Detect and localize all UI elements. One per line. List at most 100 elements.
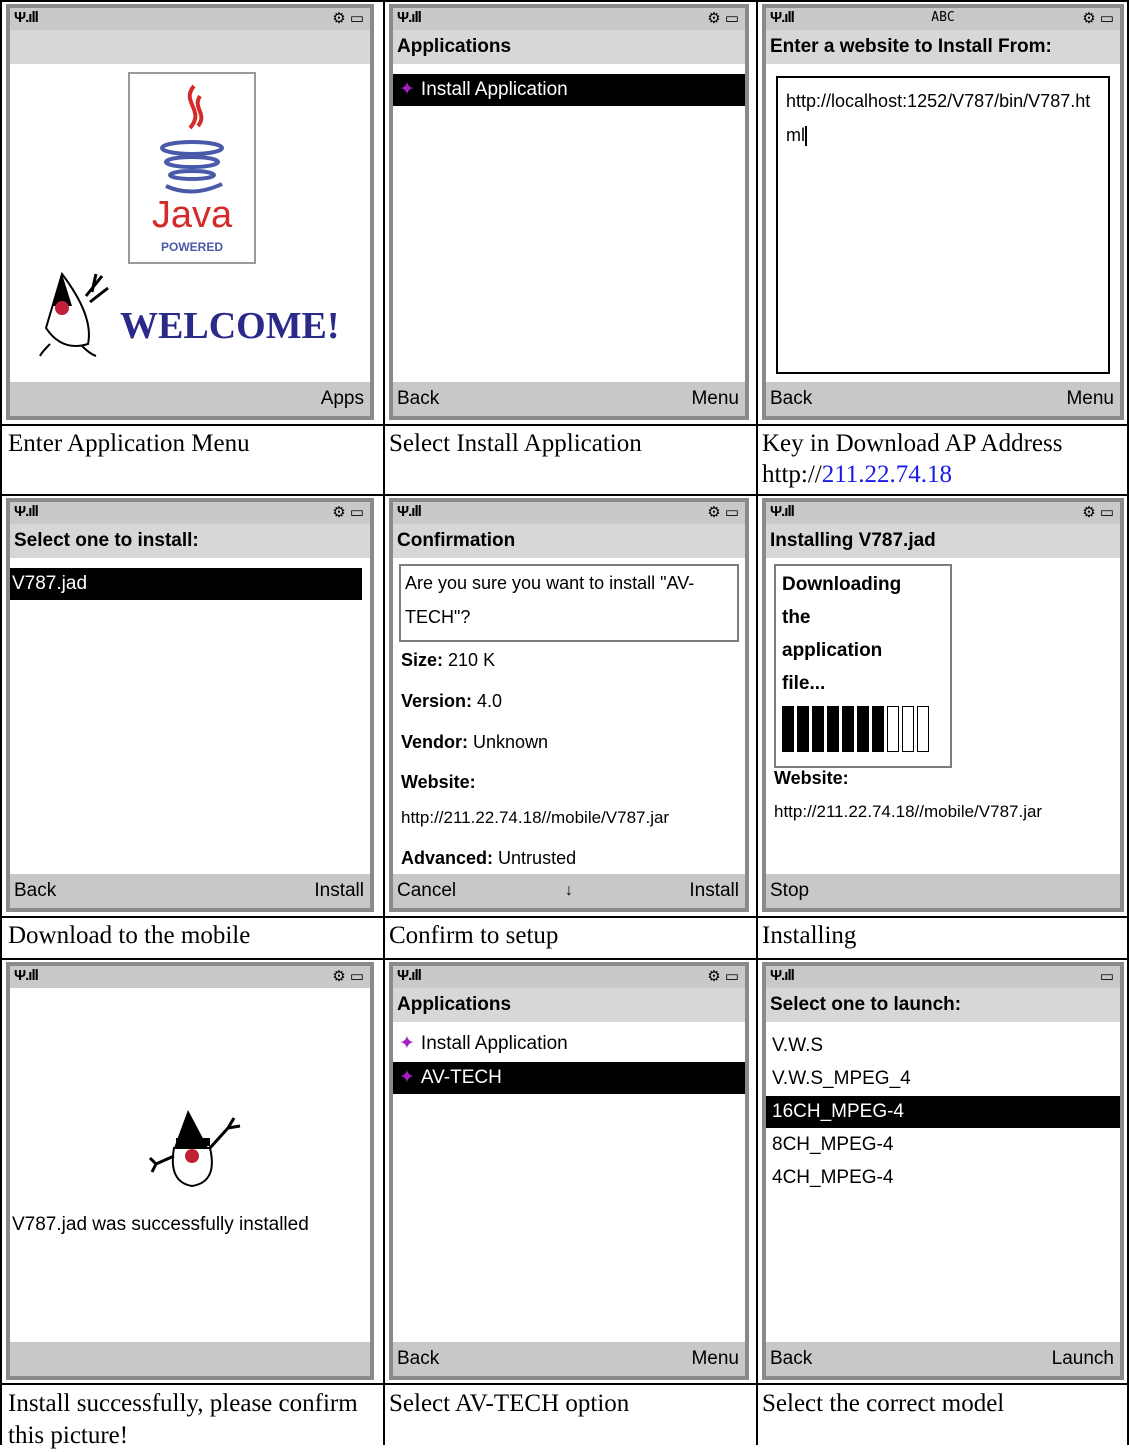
- menu-softkey[interactable]: Menu: [691, 382, 739, 416]
- download-progress-box: Downloading the application file...: [774, 564, 952, 768]
- website-label: Website:: [401, 772, 476, 793]
- vendor-value: Unknown: [473, 732, 549, 752]
- screen-area: V.W.S V.W.S_MPEG_4 16CH_MPEG-4 8CH_MPEG-…: [766, 1022, 1120, 1342]
- list-item-install-application[interactable]: ✦ Install Application: [393, 74, 745, 106]
- back-softkey[interactable]: Back: [14, 874, 56, 908]
- progress-bar: [782, 706, 929, 752]
- list-item-model[interactable]: V.W.S: [766, 1030, 1120, 1062]
- battery-icon: ▭: [1099, 968, 1114, 985]
- signal-icon: Ψ.ıll: [397, 9, 422, 26]
- phone-screen-confirmation: Ψ.ıll ⚙ ▭ Confirmation Are you sure you …: [389, 498, 749, 912]
- back-softkey[interactable]: Back: [397, 382, 439, 416]
- signal-icon: Ψ.ıll: [397, 967, 422, 984]
- version-value: 4.0: [477, 691, 503, 711]
- progress-segment: [917, 706, 929, 752]
- settings-battery-icon: ⚙ ▭: [332, 10, 364, 27]
- website-input[interactable]: http://localhost:1252/V787/bin/V787.html: [776, 76, 1110, 374]
- signal-icon: Ψ.ıll: [770, 503, 795, 520]
- caption-link[interactable]: 211.22.74.18: [822, 461, 952, 488]
- website-value: http://211.22.74.18//mobile/V787.jar: [774, 802, 1043, 821]
- grid-line: [0, 494, 1129, 496]
- phone-screen-installing: Ψ.ıll ⚙ ▭ Installing V787.jad Downloadin…: [762, 498, 1124, 912]
- progress-segment: [797, 706, 809, 752]
- progress-segment: [782, 706, 794, 752]
- caption: Key in Download AP Address http://211.22…: [762, 428, 1124, 490]
- progress-segment: [842, 706, 854, 752]
- advanced-value: Untrusted: [498, 848, 577, 868]
- grid-line: [0, 916, 1129, 918]
- softkey-bar: Back Install: [10, 874, 370, 908]
- screen-area: V787.jad: [10, 558, 370, 874]
- stop-softkey[interactable]: Stop: [770, 874, 809, 908]
- caption: Select AV-TECH option: [389, 1390, 630, 1417]
- grid-line: [0, 424, 1129, 426]
- progress-segment: [887, 706, 899, 752]
- caption: Enter Application Menu: [8, 430, 250, 457]
- app-icon: ✦: [399, 1067, 415, 1088]
- back-softkey[interactable]: Back: [397, 1342, 439, 1376]
- list-item-model[interactable]: 4CH_MPEG-4: [766, 1162, 1120, 1194]
- list-item-model[interactable]: 8CH_MPEG-4: [766, 1129, 1120, 1161]
- install-softkey[interactable]: Install: [314, 874, 364, 908]
- status-bar: Ψ.ıll ⚙ ▭: [10, 966, 370, 988]
- install-success-message: V787.jad was successfully installed: [12, 1214, 309, 1235]
- menu-softkey[interactable]: Menu: [1066, 382, 1114, 416]
- menu-softkey[interactable]: Menu: [691, 1342, 739, 1376]
- vendor-row: Vendor: Unknown: [401, 732, 548, 753]
- progress-segment: [857, 706, 869, 752]
- signal-icon: Ψ.ıll: [14, 503, 39, 520]
- phone-screen-enter-website: Ψ.ıll ABC ⚙ ▭ Enter a website to Install…: [762, 4, 1124, 420]
- website-label-text: Website:: [401, 772, 476, 792]
- phone-screen-installed: Ψ.ıll ⚙ ▭ V787.jad was successfully inst…: [6, 962, 374, 1380]
- progress-segment: [902, 706, 914, 752]
- grid-line: [383, 0, 385, 1445]
- settings-battery-icon: ⚙ ▭: [1082, 504, 1114, 521]
- screen-area: ✦ Install Application: [393, 64, 745, 382]
- screen-area: http://localhost:1252/V787/bin/V787.html: [766, 64, 1120, 382]
- back-softkey[interactable]: Back: [770, 1342, 812, 1376]
- apps-softkey[interactable]: Apps: [321, 382, 364, 416]
- title-bar: Applications: [393, 30, 745, 64]
- title-bar: Select one to launch:: [766, 988, 1120, 1022]
- phone-screen-select-install: Ψ.ıll ⚙ ▭ Select one to install: V787.ja…: [6, 498, 374, 912]
- softkey-bar: Apps: [10, 382, 370, 416]
- size-value: 210 K: [448, 650, 496, 670]
- status-bar: Ψ.ıll ⚙ ▭: [766, 502, 1120, 524]
- softkey-bar: Stop: [766, 874, 1120, 908]
- input-mode-indicator: ABC: [931, 10, 955, 25]
- progress-segment: [827, 706, 839, 752]
- back-softkey[interactable]: Back: [770, 382, 812, 416]
- install-softkey[interactable]: Install: [689, 874, 739, 908]
- list-item-model-selected[interactable]: 16CH_MPEG-4: [766, 1096, 1120, 1128]
- title-bar: Confirmation: [393, 524, 745, 558]
- status-bar: Ψ.ıll ⚙ ▭: [10, 8, 370, 30]
- caption: Installing: [762, 922, 857, 949]
- list-item-install-application[interactable]: ✦ Install Application: [393, 1028, 745, 1060]
- status-bar: Ψ.ıll ⚙ ▭: [393, 502, 745, 524]
- list-item-model[interactable]: V.W.S_MPEG_4: [766, 1063, 1120, 1095]
- softkey-bar: [10, 1342, 370, 1376]
- version-row: Version: 4.0: [401, 691, 502, 712]
- status-bar: Ψ.ıll ⚙ ▭: [393, 8, 745, 30]
- status-bar: Ψ.ıll ▭: [766, 966, 1120, 988]
- list-item-label: Install Application: [420, 79, 568, 100]
- title-bar: Applications: [393, 988, 745, 1022]
- phone-screen-welcome: Ψ.ıll ⚙ ▭ Java POWERED WELCOME! Apps: [6, 4, 374, 420]
- screenshot-grid: Ψ.ıll ⚙ ▭ Java POWERED WELCOME! Apps Ψ.ı…: [0, 0, 1129, 1449]
- title-bar: Select one to install:: [10, 524, 370, 558]
- screen-area: ✦ Install Application ✦ AV-TECH: [393, 1022, 745, 1342]
- grid-line: [0, 958, 1129, 960]
- star-icon: ✦: [399, 79, 415, 100]
- size-label: Size:: [401, 650, 444, 670]
- list-item-av-tech[interactable]: ✦ AV-TECH: [393, 1062, 745, 1094]
- launch-softkey[interactable]: Launch: [1052, 1342, 1114, 1376]
- settings-battery-icon: ⚙ ▭: [332, 968, 364, 985]
- size-row: Size: 210 K: [401, 650, 495, 671]
- list-item-v787-jad[interactable]: V787.jad: [10, 568, 362, 600]
- duke-mascot-icon: [39, 271, 109, 357]
- text-caret: [805, 126, 807, 147]
- title-bar: Enter a website to Install From:: [766, 30, 1120, 64]
- grid-line: [0, 0, 1129, 2]
- website-value: http://211.22.74.18//mobile/V787.jar: [401, 808, 670, 827]
- phone-screen-applications-avtech: Ψ.ıll ⚙ ▭ Applications ✦ Install Applicat…: [389, 962, 749, 1380]
